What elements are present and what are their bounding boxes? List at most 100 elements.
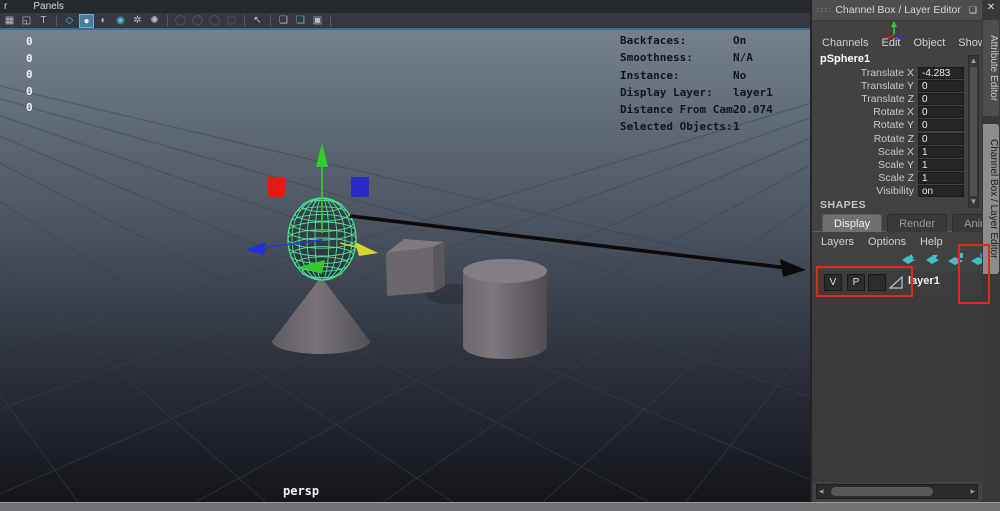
- channel-row: Scale Y1: [812, 158, 968, 171]
- select-cursor-icon[interactable]: ↖: [250, 14, 265, 28]
- pane-layout-t-icon[interactable]: T: [36, 14, 51, 28]
- channel-value-field[interactable]: on: [918, 185, 964, 198]
- scrollbar-thumb[interactable]: [970, 67, 977, 196]
- menu-object[interactable]: Object: [913, 37, 945, 49]
- toolbar-separator: [330, 14, 331, 27]
- flat-shaded-icon[interactable]: ◐: [96, 14, 111, 28]
- hud-label: Display Layer:: [620, 85, 713, 99]
- channel-row: Rotate Z0: [812, 132, 968, 145]
- channel-value-field[interactable]: 0: [918, 119, 964, 132]
- camera-name-label: persp: [283, 484, 320, 498]
- channel-name[interactable]: Translate Z: [812, 93, 918, 105]
- channel-value-field[interactable]: 1: [918, 158, 964, 171]
- scrollbar-thumb[interactable]: [831, 487, 933, 496]
- manip-plane-handle-red[interactable]: [268, 177, 285, 197]
- panel-title-bar[interactable]: ∷∷∷ Channel Box / Layer Editor ❏: [812, 0, 982, 21]
- menu-layers[interactable]: Layers: [821, 236, 854, 248]
- single-pane-layout-icon[interactable]: ◱: [19, 14, 34, 28]
- scroll-left-icon[interactable]: ◂: [819, 485, 824, 498]
- annotation-box-layer-row: [816, 266, 913, 297]
- panel-title: Channel Box / Layer Editor: [835, 4, 961, 16]
- channel-row: Rotate Y0: [812, 119, 968, 132]
- hud-label: Backfaces:: [620, 34, 687, 47]
- cube-object[interactable]: [386, 239, 445, 296]
- channel-scrollbar[interactable]: ▲ ▼: [968, 55, 979, 208]
- smooth-shaded-icon[interactable]: ●: [79, 13, 94, 28]
- hud-label: Smoothness:: [620, 51, 693, 65]
- xray-icon[interactable]: ✲: [130, 14, 145, 28]
- channel-value-field[interactable]: 0: [918, 92, 964, 105]
- channel-row: Translate X -4.283: [812, 66, 968, 79]
- float-panel-icon[interactable]: ❏: [964, 5, 982, 16]
- toolbar-separator: [270, 14, 271, 27]
- channel-value-field[interactable]: 0: [918, 132, 964, 145]
- channel-name[interactable]: Translate X: [812, 67, 918, 79]
- menu-item-panels[interactable]: Panels: [33, 1, 64, 12]
- hud-counter: 0: [26, 51, 33, 65]
- annotation-box-new-layer-button: [958, 244, 990, 304]
- tear-off-copy-icon[interactable]: ❏: [293, 14, 308, 28]
- shadows-icon[interactable]: ◯: [173, 14, 188, 28]
- channel-value-field[interactable]: -4.283: [918, 66, 964, 79]
- maya-window: r Panels ▦ ◱ T ◇ ● ◐ ◉ ✲ ✺ ◯ ◯ ◯ ▢ ↖ ❏ ❏…: [0, 0, 1000, 511]
- duplicate-pane-icon[interactable]: ❏: [276, 14, 291, 28]
- selected-object-name[interactable]: pSphere1: [820, 53, 870, 65]
- motion-blur-icon[interactable]: ◯: [207, 14, 222, 28]
- menu-options[interactable]: Options: [868, 236, 906, 248]
- default-lighting-icon[interactable]: ✺: [147, 14, 162, 28]
- move-layer-down-icon[interactable]: [924, 252, 941, 267]
- channel-value-field[interactable]: 1: [918, 145, 964, 158]
- hud-counter: 0: [26, 35, 33, 48]
- hud-left-counters: 0 0 0 0 0: [26, 34, 33, 117]
- channel-box-panel: ∷∷∷ Channel Box / Layer Editor ❏ Channel…: [810, 0, 1000, 511]
- hud-object-details: Backfaces: On Smoothness: N/A Instance: No …: [620, 32, 810, 136]
- layer-editor-menus: Layers Options Help: [821, 236, 943, 248]
- menu-edit[interactable]: Edit: [881, 37, 900, 49]
- horizontal-scrollbar[interactable]: ◂ ▸: [816, 484, 978, 499]
- channel-name[interactable]: Translate Y: [812, 80, 918, 92]
- menu-help[interactable]: Help: [920, 236, 943, 248]
- move-layer-up-icon[interactable]: [900, 252, 917, 267]
- viewport-toolbar: ▦ ◱ T ◇ ● ◐ ◉ ✲ ✺ ◯ ◯ ◯ ▢ ↖ ❏ ❏ ▣: [0, 13, 810, 30]
- channel-name[interactable]: Rotate Z: [812, 133, 918, 145]
- tab-display[interactable]: Display: [822, 214, 883, 232]
- hud-counter: 0: [26, 101, 33, 115]
- channel-name[interactable]: Scale Y: [812, 159, 918, 171]
- channel-name[interactable]: Scale X: [812, 146, 918, 158]
- multisample-icon[interactable]: ▢: [224, 14, 239, 28]
- scroll-up-icon[interactable]: ▲: [969, 56, 978, 66]
- close-icon[interactable]: ✕: [982, 2, 1000, 13]
- menu-item-partial[interactable]: r: [4, 1, 7, 12]
- hud-counter: 0: [26, 68, 33, 82]
- menu-channels[interactable]: Channels: [822, 37, 868, 49]
- hud-value: N/A: [733, 51, 753, 65]
- wireframe-cube-icon[interactable]: ◇: [62, 14, 77, 28]
- toolbar-separator: [167, 14, 168, 27]
- textured-icon[interactable]: ◉: [113, 14, 128, 28]
- occlusion-icon[interactable]: ◯: [190, 14, 205, 28]
- channel-value-field[interactable]: 0: [918, 106, 964, 119]
- four-pane-layout-icon[interactable]: ▦: [2, 14, 17, 28]
- channel-name[interactable]: Visibility: [812, 185, 918, 197]
- tab-attribute-editor[interactable]: Attribute Editor: [983, 20, 999, 116]
- dock-grip-icon[interactable]: ∷∷∷: [812, 6, 832, 15]
- shapes-section-label[interactable]: SHAPES: [820, 199, 866, 211]
- tab-render[interactable]: Render: [887, 214, 948, 232]
- channel-value-field[interactable]: 0: [918, 79, 964, 92]
- manip-plane-handle-blue[interactable]: [351, 177, 369, 197]
- hud-label: Instance:: [620, 68, 680, 82]
- cylinder-object[interactable]: [463, 259, 547, 359]
- channel-row: Scale Z1: [812, 172, 968, 185]
- channel-list: Translate X -4.283 Translate Y0 Translate…: [812, 66, 968, 198]
- layer-list-empty-area[interactable]: [812, 294, 982, 482]
- image-plane-icon[interactable]: ▣: [310, 14, 325, 28]
- channel-row: Translate Z0: [812, 92, 968, 105]
- channel-value-field[interactable]: 1: [918, 172, 964, 185]
- hud-value: 1: [733, 120, 740, 134]
- channel-name[interactable]: Scale Z: [812, 172, 918, 184]
- channel-name[interactable]: Rotate X: [812, 106, 918, 118]
- hud-value: layer1: [733, 85, 773, 99]
- scroll-right-icon[interactable]: ▸: [970, 485, 975, 498]
- scroll-down-icon[interactable]: ▼: [969, 197, 978, 207]
- channel-name[interactable]: Rotate Y: [812, 119, 918, 131]
